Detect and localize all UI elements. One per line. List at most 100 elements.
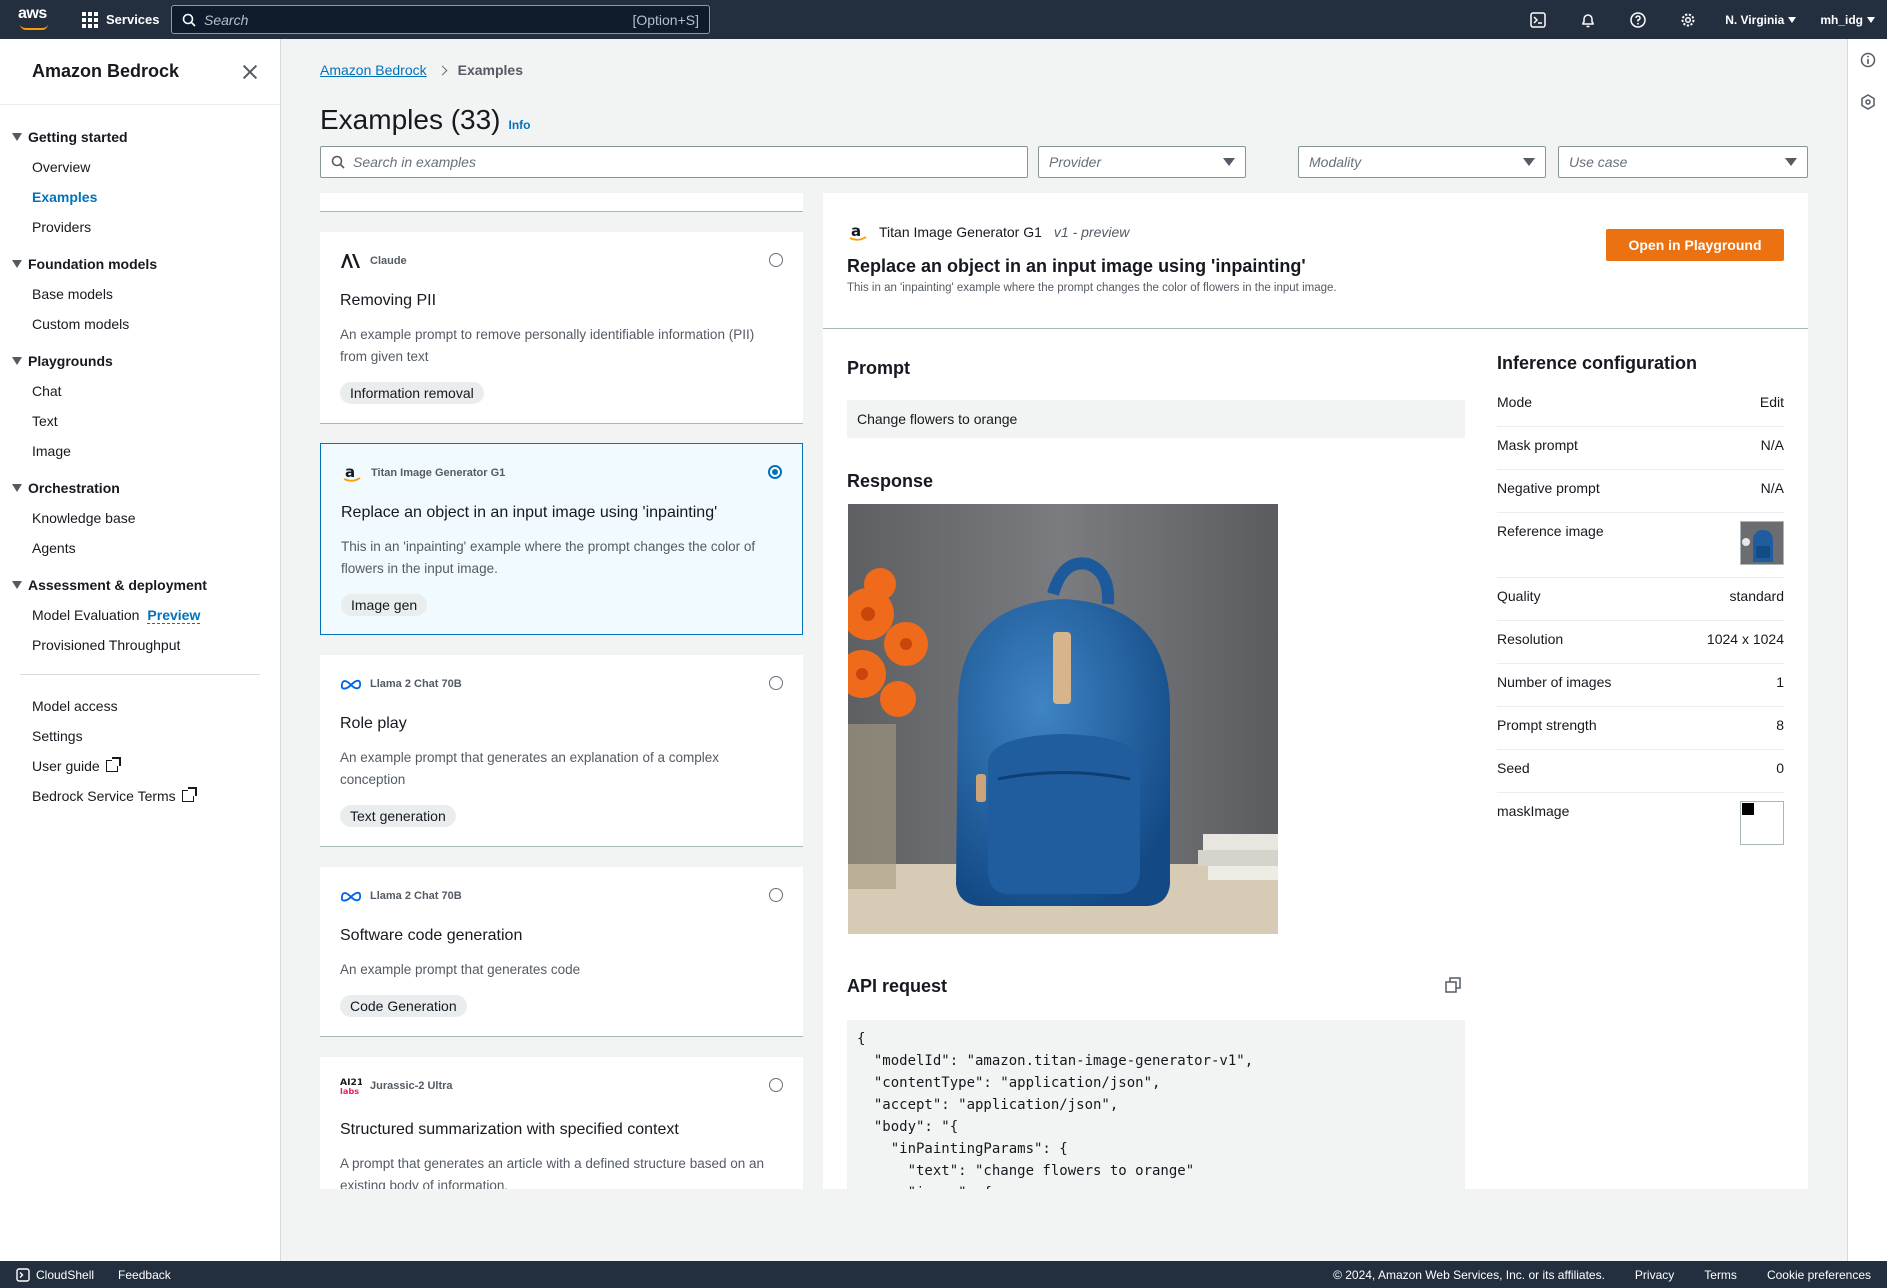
inference-configuration: Inference configuration Mode Edit Mask pr… [1497,353,1784,853]
sidebar-item-providers[interactable]: Providers [0,212,280,242]
response-image [848,504,1278,934]
info-panel-icon[interactable] [1848,39,1887,81]
sidebar-item-custom-models[interactable]: Custom models [0,309,280,339]
footer-cloudshell-button[interactable]: CloudShell [16,1268,94,1282]
sidebar-item-text[interactable]: Text [0,406,280,436]
config-row: Prompt strength 8 [1497,707,1784,750]
config-row: Negative prompt N/A [1497,470,1784,513]
nav-group-toggle[interactable]: Assessment & deployment [0,575,280,595]
search-icon [331,155,345,169]
footer-feedback-link[interactable]: Feedback [118,1268,171,1282]
settings-gear-icon[interactable] [1663,0,1713,39]
card-radio[interactable] [769,888,783,902]
svg-text:a: a [345,463,355,481]
use-case-select[interactable]: Use case [1558,146,1808,178]
sidebar-item-image[interactable]: Image [0,436,280,466]
open-in-playground-button[interactable]: Open in Playground [1606,229,1784,261]
examples-search-input[interactable] [353,154,1017,170]
sidebar-item-model-access[interactable]: Model access [0,691,280,721]
sidebar-item-settings[interactable]: Settings [0,721,280,751]
footer-cookie-preferences-link[interactable]: Cookie preferences [1767,1268,1871,1282]
card-title: Role play [340,715,407,732]
example-card[interactable]: AI21 labs Jurassic-2 Ultra Structured sum… [320,1057,803,1189]
sidebar-item-provisioned-throughput[interactable]: Provisioned Throughput [0,630,280,660]
hexagon-settings-icon[interactable] [1848,81,1887,123]
copy-icon[interactable] [1445,977,1461,993]
account-menu[interactable]: mh_idg [1808,13,1887,27]
nav-group-toggle[interactable]: Foundation models [0,254,280,274]
sidebar-item-overview[interactable]: Overview [0,152,280,182]
page-title: Examples (33) [320,104,501,135]
caret-down-icon [12,484,22,492]
notifications-bell-icon[interactable] [1563,0,1613,39]
provider-select[interactable]: Provider [1038,146,1246,178]
global-search-input[interactable]: Search [Option+S] [171,5,710,34]
card-radio[interactable] [769,1078,783,1092]
config-row: Quality standard [1497,578,1784,621]
example-card[interactable]: Llama 2 Chat 70B Software code generatio… [320,867,803,1037]
caret-down-icon [1785,158,1797,166]
top-navigation: aws Services Search [Option+S] N. Virgin… [0,0,1887,39]
caret-down-icon [12,357,22,365]
footer-privacy-link[interactable]: Privacy [1635,1268,1674,1282]
card-tag: Image gen [341,594,428,616]
card-radio[interactable] [769,253,783,267]
card-radio-selected[interactable] [768,465,782,479]
card-partial [320,193,803,212]
footer-terms-link[interactable]: Terms [1704,1268,1737,1282]
mask-image-thumbnail[interactable] [1740,801,1784,845]
close-sidebar-icon[interactable] [242,64,258,80]
config-row: Mode Edit [1497,384,1784,427]
sidebar-item-examples[interactable]: Examples [0,182,280,212]
api-request-heading: API request [847,976,948,996]
aws-logo[interactable]: aws [18,6,52,32]
example-card[interactable]: Llama 2 Chat 70B Role play An example pr… [320,655,803,847]
sidebar-title[interactable]: Amazon Bedrock [32,61,179,82]
config-row: Number of images 1 [1497,664,1784,707]
example-card-selected[interactable]: a Titan Image Generator G1 Replace an ob… [320,443,803,635]
amazon-logo-icon: a [341,463,363,482]
sidebar-item-model-evaluation[interactable]: Model Evaluation Preview [0,600,280,630]
caret-down-icon [1867,16,1875,23]
config-row: Seed 0 [1497,750,1784,793]
cloudshell-icon[interactable] [1513,0,1563,39]
services-menu-button[interactable]: Services [82,0,160,39]
ai21-logo-icon: AI21 labs [340,1077,362,1096]
sidebar-item-chat[interactable]: Chat [0,376,280,406]
response-heading: Response [847,471,934,491]
detail-title: Replace an object in an input image usin… [847,256,1306,276]
reference-image-thumbnail[interactable] [1740,521,1784,565]
config-row: Resolution 1024 x 1024 [1497,621,1784,664]
chevron-right-icon [437,65,448,75]
caret-down-icon [1223,158,1235,166]
aws-smile-icon [20,24,48,30]
sidebar-item-service-terms[interactable]: Bedrock Service Terms [0,781,280,811]
nav-group-toggle[interactable]: Playgrounds [0,351,280,371]
config-row: maskImage [1497,793,1784,853]
sidebar-item-user-guide[interactable]: User guide [0,751,280,781]
info-link[interactable]: Info [509,118,531,132]
preview-badge[interactable]: Preview [147,607,201,624]
nav-group-playgrounds: Playgrounds Chat Text Image [0,351,280,466]
sidebar-item-agents[interactable]: Agents [0,533,280,563]
help-icon[interactable] [1613,0,1663,39]
nav-group-toggle[interactable]: Getting started [0,127,280,147]
card-title: Software code generation [340,927,523,944]
breadcrumb: Amazon Bedrock Examples [320,62,523,78]
examples-search-field[interactable] [320,146,1028,178]
sidebar-item-knowledge-base[interactable]: Knowledge base [0,503,280,533]
detail-provider: Titan Image Generator G1 [879,224,1042,240]
breadcrumb-current: Examples [457,62,523,78]
detail-description: This in an 'inpainting' example where th… [847,282,1337,294]
nav-group-toggle[interactable]: Orchestration [0,478,280,498]
caret-down-icon [12,133,22,141]
card-radio[interactable] [769,676,783,690]
sidebar-item-base-models[interactable]: Base models [0,279,280,309]
examples-list: Claude Removing PII An example prompt to… [320,193,803,1189]
modality-select[interactable]: Modality [1298,146,1546,178]
example-card[interactable]: Claude Removing PII An example prompt to… [320,232,803,424]
region-selector[interactable]: N. Virginia [1713,13,1808,27]
tools-rail [1847,39,1887,1261]
inference-config-heading: Inference configuration [1497,353,1698,373]
breadcrumb-link-bedrock[interactable]: Amazon Bedrock [320,62,427,78]
